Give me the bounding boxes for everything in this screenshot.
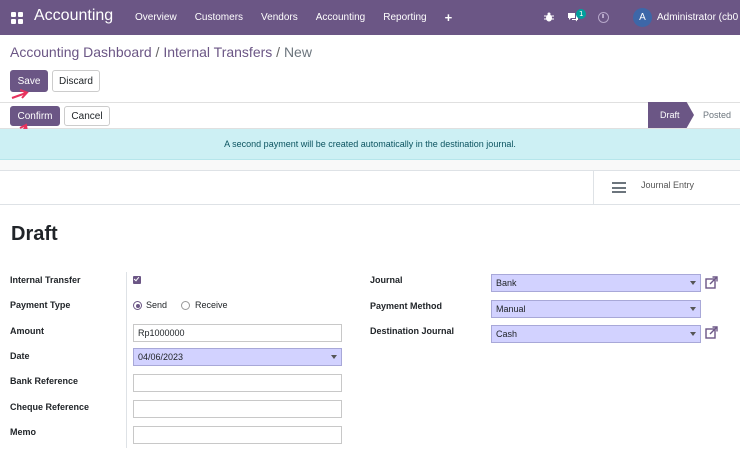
chevron-down-icon xyxy=(690,281,696,285)
sheet-background xyxy=(0,160,740,170)
column-divider xyxy=(126,272,127,448)
date-input[interactable]: 04/06/2023 xyxy=(133,348,342,366)
chevron-down-icon xyxy=(690,332,696,336)
breadcrumb-separator: / xyxy=(276,44,281,60)
clock-icon[interactable] xyxy=(598,12,609,23)
breadcrumb-separator: / xyxy=(155,44,160,60)
stage-posted[interactable]: Posted xyxy=(703,102,731,128)
discard-button[interactable]: Discard xyxy=(52,70,100,92)
info-alert: A second payment will be created automat… xyxy=(0,129,740,160)
label-payment-method: Payment Method xyxy=(370,301,443,311)
label-journal: Journal xyxy=(370,275,403,285)
label-date: Date xyxy=(10,351,30,361)
breadcrumb-current: New xyxy=(283,44,312,60)
date-value: 04/06/2023 xyxy=(138,352,184,362)
record-title: Draft xyxy=(11,223,58,245)
menu-vendors[interactable]: Vendors xyxy=(252,0,307,35)
journal-entry-label[interactable]: Journal Entry xyxy=(641,180,694,190)
journal-value: Bank xyxy=(496,278,517,288)
journal-select[interactable]: Bank xyxy=(491,274,701,292)
bug-icon[interactable] xyxy=(544,12,554,22)
chevron-down-icon xyxy=(690,307,696,311)
destination-journal-select[interactable]: Cash xyxy=(491,325,701,343)
payment-type-send-label[interactable]: Send xyxy=(146,300,167,310)
menu-overview[interactable]: Overview xyxy=(126,0,186,35)
breadcrumb: Accounting Dashboard / Internal Transfer… xyxy=(10,44,312,60)
main-menu: Overview Customers Vendors Accounting Re… xyxy=(126,0,461,35)
cheque-reference-input[interactable] xyxy=(133,400,342,418)
breadcrumb-internal-transfers[interactable]: Internal Transfers xyxy=(163,44,272,60)
avatar[interactable]: A xyxy=(633,8,652,27)
label-payment-type: Payment Type xyxy=(10,300,71,310)
chat-count-badge: 1 xyxy=(576,9,587,19)
label-destination-journal: Destination Journal xyxy=(370,326,455,336)
internal-transfer-checkbox[interactable] xyxy=(133,276,141,284)
user-name[interactable]: Administrator (cb0 xyxy=(657,0,738,35)
payment-method-select[interactable]: Manual xyxy=(491,300,701,318)
external-link-icon[interactable] xyxy=(705,276,718,289)
payment-type-send-radio[interactable] xyxy=(133,301,142,310)
payment-method-value: Manual xyxy=(496,304,526,314)
bank-reference-input[interactable] xyxy=(133,374,342,392)
list-bars-icon xyxy=(612,182,626,193)
menu-accounting[interactable]: Accounting xyxy=(307,0,374,35)
menu-reporting[interactable]: Reporting xyxy=(374,0,435,35)
breadcrumb-dashboard[interactable]: Accounting Dashboard xyxy=(10,44,152,60)
amount-input[interactable]: Rp1000000 xyxy=(133,324,342,342)
cancel-button[interactable]: Cancel xyxy=(64,106,110,126)
sheet-divider xyxy=(0,204,740,205)
memo-input[interactable] xyxy=(133,426,342,444)
app-brand[interactable]: Accounting xyxy=(34,7,113,25)
label-amount: Amount xyxy=(10,326,44,336)
label-cheque-reference: Cheque Reference xyxy=(10,402,90,412)
annotation-arrow-icon xyxy=(11,89,29,99)
destination-journal-value: Cash xyxy=(496,329,518,339)
payment-type-receive-label[interactable]: Receive xyxy=(195,300,228,310)
menu-customers[interactable]: Customers xyxy=(186,0,252,35)
stage-draft: Draft xyxy=(648,102,694,128)
label-memo: Memo xyxy=(10,427,37,437)
external-link-icon[interactable] xyxy=(705,326,718,339)
top-navbar: Accounting Overview Customers Vendors Ac… xyxy=(0,0,740,35)
status-bar xyxy=(0,102,740,129)
label-internal-transfer: Internal Transfer xyxy=(10,275,81,285)
chevron-down-icon xyxy=(331,355,337,359)
payment-type-receive-radio[interactable] xyxy=(181,301,190,310)
menu-plus-icon[interactable]: + xyxy=(436,0,462,35)
label-bank-reference: Bank Reference xyxy=(10,376,79,386)
apps-menu-icon[interactable] xyxy=(11,12,23,24)
